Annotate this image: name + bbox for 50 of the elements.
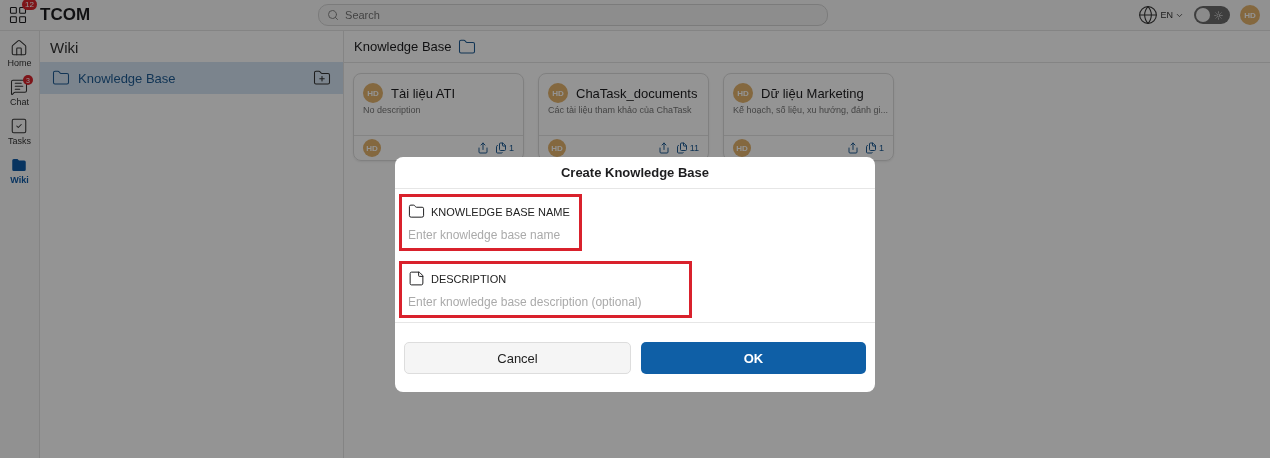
card-title: Dữ liệu Marketing xyxy=(761,85,864,101)
ok-button[interactable]: OK xyxy=(641,342,866,374)
note-icon xyxy=(408,270,425,287)
input-field[interactable]: Enter knowledge base name xyxy=(408,228,573,242)
user-avatar: HD xyxy=(733,139,751,157)
share-icon[interactable] xyxy=(847,142,859,154)
document-count: 11 xyxy=(675,142,699,154)
search-field[interactable]: Search xyxy=(318,4,829,26)
sidebar-item-label: Knowledge Base xyxy=(78,70,177,86)
user-avatar: HD xyxy=(363,139,381,157)
theme-toggle[interactable] xyxy=(1194,6,1230,24)
chat-icon xyxy=(10,78,29,96)
card-title: ChaTask_documents xyxy=(576,85,698,101)
cancel-button[interactable]: Cancel xyxy=(404,342,631,374)
notification-badge: 12 xyxy=(22,0,37,10)
field-label: DESCRIPTION xyxy=(431,272,507,285)
card-description: Các tài liệu tham khảo của ChaTask xyxy=(547,105,693,117)
user-avatar: HD xyxy=(363,83,383,103)
user-avatar: HD xyxy=(548,83,568,103)
nav-item[interactable]: Wiki xyxy=(10,156,29,185)
field-label: KNOWLEDGE BASE NAME xyxy=(431,205,570,218)
user-avatar: HD xyxy=(548,139,566,157)
document-count: 1 xyxy=(495,142,514,154)
home-icon xyxy=(10,39,29,57)
dialog-title: Create Knowledge Base xyxy=(560,165,710,180)
share-icon[interactable] xyxy=(657,142,670,154)
language-selector[interactable]: EN xyxy=(1138,5,1184,25)
user-avatar: HD xyxy=(733,83,753,103)
app-name: TCOM xyxy=(40,5,91,25)
document-count: 1 xyxy=(865,142,884,154)
add-folder-icon[interactable] xyxy=(313,69,331,87)
globe-icon xyxy=(1138,5,1159,25)
card-description: Kế hoạch, số liệu, xu hướng, đánh gi... xyxy=(732,105,890,117)
checkbox-icon xyxy=(10,117,29,135)
breadcrumb: Knowledge Base xyxy=(354,39,452,54)
folder-icon xyxy=(457,37,476,56)
panel-title: Wiki xyxy=(49,38,80,58)
search-icon xyxy=(327,9,340,21)
folder-icon xyxy=(10,156,29,174)
share-icon[interactable] xyxy=(477,142,489,154)
apps-icon[interactable] xyxy=(8,5,28,25)
card-title: Tài liệu ATI xyxy=(391,85,456,101)
folder-icon xyxy=(52,69,70,87)
nav-item[interactable]: Home xyxy=(7,39,32,68)
card-description: No description xyxy=(362,105,422,117)
nav-item[interactable]: Tasks xyxy=(8,117,31,146)
folder-icon xyxy=(408,203,425,220)
sun-icon xyxy=(1214,10,1223,20)
sidebar-item[interactable]: Knowledge Base xyxy=(40,62,343,94)
input-field[interactable]: Enter knowledge base description (optional) xyxy=(408,295,684,309)
